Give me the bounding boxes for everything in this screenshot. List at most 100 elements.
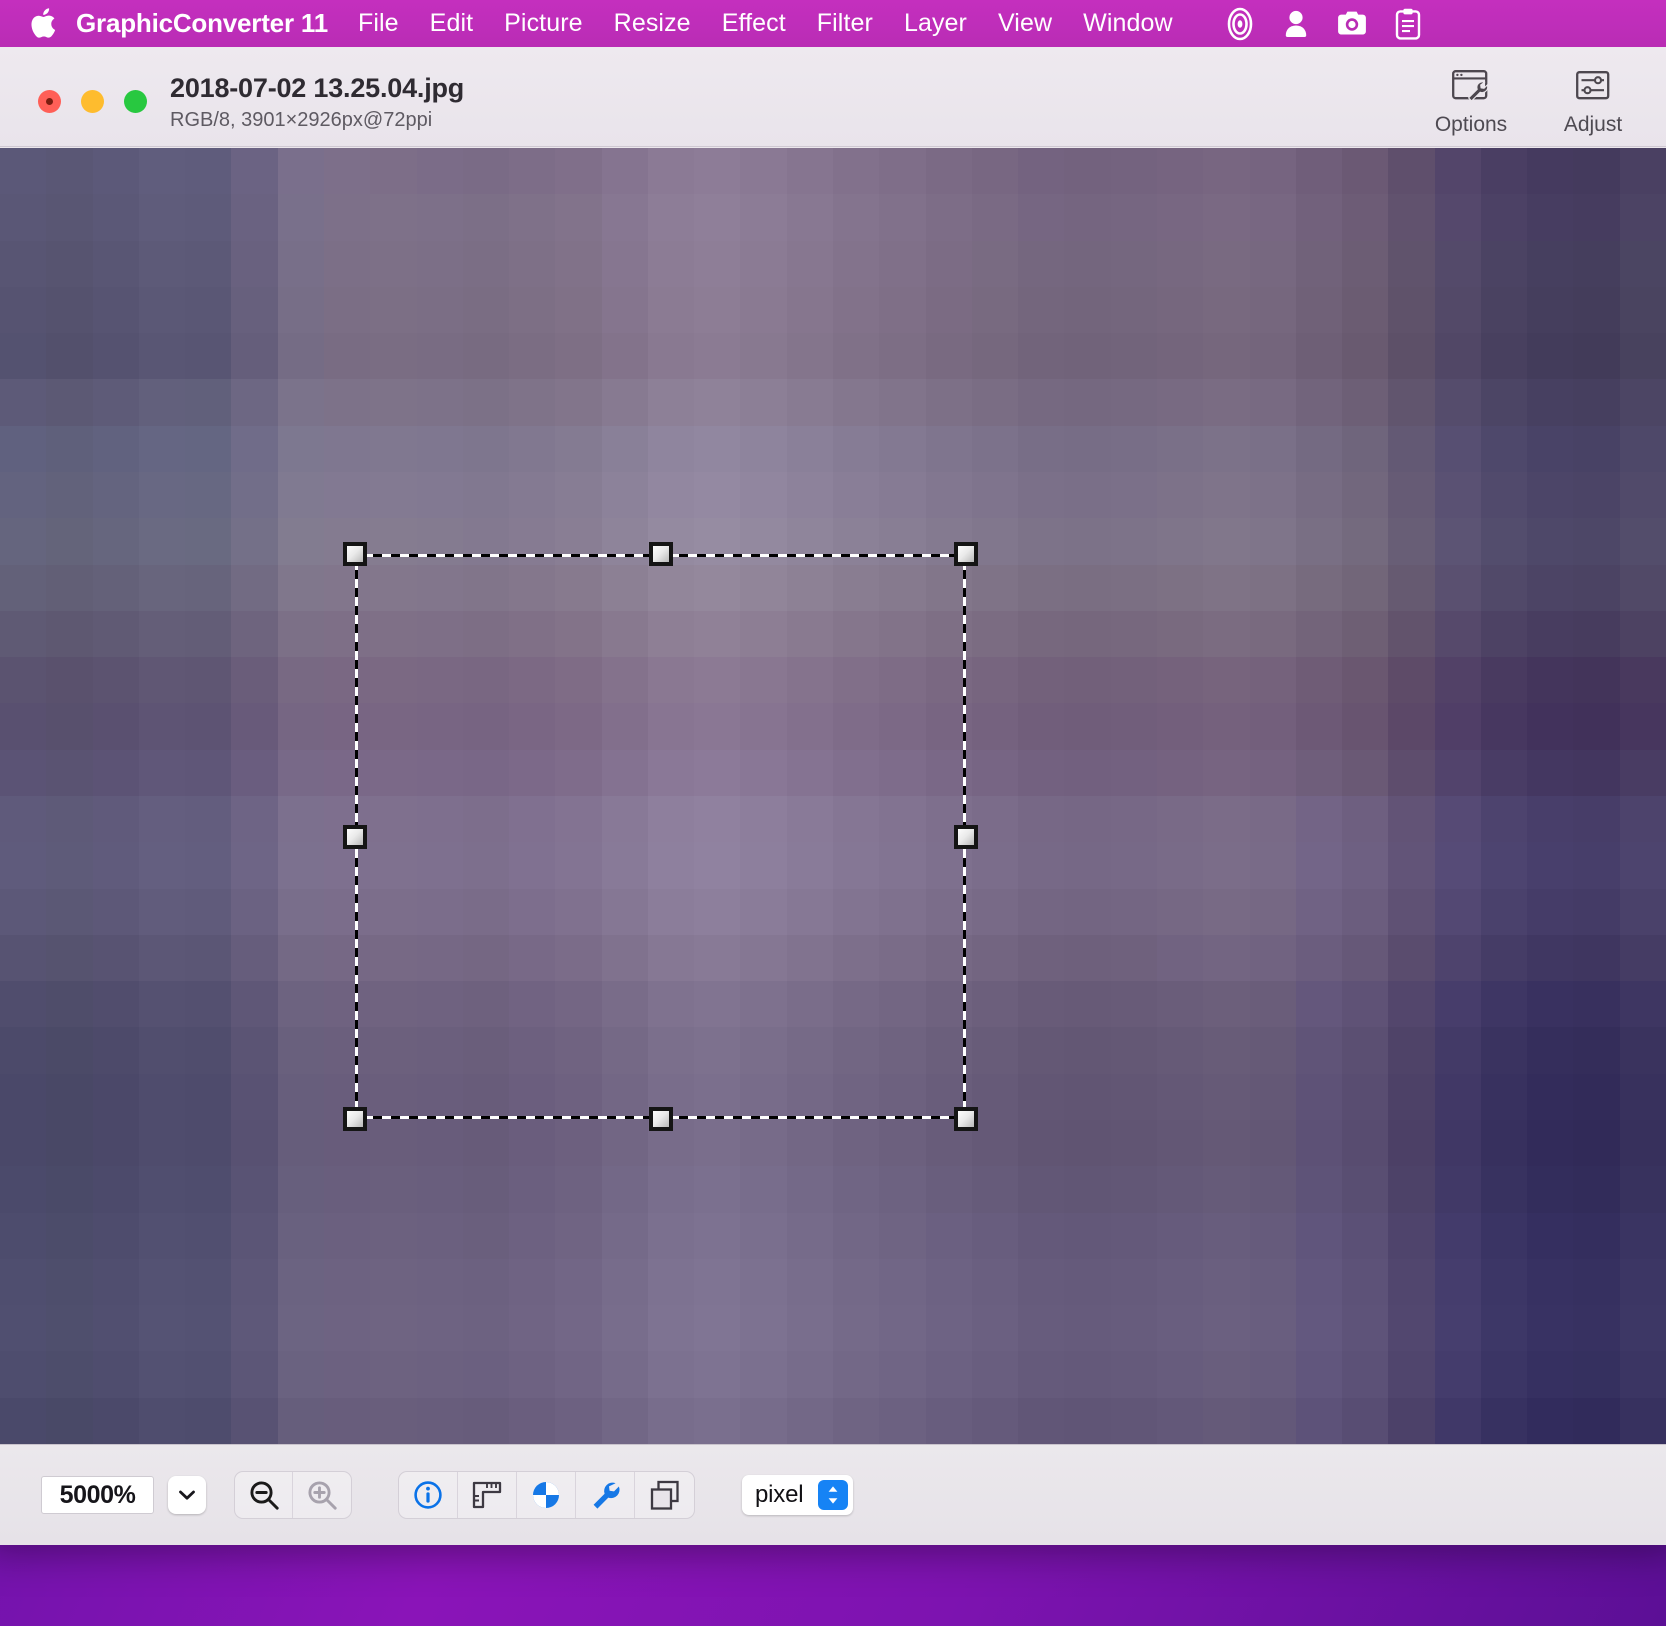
menu-item-layer[interactable]: Layer xyxy=(904,9,967,38)
image-pixel xyxy=(1249,749,1296,796)
image-pixel xyxy=(1249,1305,1296,1352)
image-pixel xyxy=(1527,1212,1574,1259)
image-pixel xyxy=(46,610,93,658)
image-pixel xyxy=(1156,610,1204,658)
image-pixel xyxy=(971,425,1019,472)
menu-item-view[interactable]: View xyxy=(998,9,1052,38)
image-pixel xyxy=(1249,610,1296,658)
menu-item-resize[interactable]: Resize xyxy=(614,9,691,38)
image-pixel xyxy=(1527,981,1574,1028)
up-down-chevrons-icon[interactable] xyxy=(818,1480,848,1510)
image-pixel xyxy=(833,1166,880,1213)
zoom-in-button[interactable] xyxy=(293,1472,351,1518)
image-pixel xyxy=(1388,333,1435,380)
selection-handle-s[interactable] xyxy=(649,1107,673,1131)
image-pixel xyxy=(740,333,787,380)
image-pixel xyxy=(1249,471,1296,519)
image-pixel xyxy=(231,194,278,241)
selection-handle-nw[interactable] xyxy=(343,542,367,566)
image-pixel xyxy=(370,379,417,426)
image-pixel xyxy=(46,240,93,287)
settings-button[interactable] xyxy=(576,1472,635,1518)
image-pixel xyxy=(185,1166,232,1213)
zoom-button[interactable] xyxy=(124,90,147,113)
camera-icon[interactable] xyxy=(1330,4,1374,44)
image-pixel xyxy=(833,286,880,334)
image-pixel xyxy=(1064,471,1111,519)
image-pixel xyxy=(1573,1027,1620,1074)
menu-item-file[interactable]: File xyxy=(358,9,399,38)
image-pixel xyxy=(833,471,880,519)
menu-item-window[interactable]: Window xyxy=(1083,9,1173,38)
image-pixel xyxy=(1110,1119,1157,1167)
image-pixel xyxy=(46,934,93,982)
image-pixel xyxy=(1295,1119,1343,1167)
image-pixel xyxy=(694,1305,741,1352)
user-account-icon[interactable] xyxy=(1274,4,1318,44)
image-pixel xyxy=(231,379,278,426)
color-button[interactable] xyxy=(517,1472,576,1518)
image-pixel xyxy=(1018,564,1065,611)
zoom-level-input[interactable]: 5000% xyxy=(41,1476,154,1514)
menu-item-picture[interactable]: Picture xyxy=(504,9,583,38)
minimize-button[interactable] xyxy=(81,90,104,113)
ruler-button[interactable] xyxy=(458,1472,517,1518)
selection-handle-sw[interactable] xyxy=(343,1107,367,1131)
zoom-out-button[interactable] xyxy=(235,1472,293,1518)
image-pixel xyxy=(1110,471,1157,519)
apple-logo-icon[interactable] xyxy=(26,7,60,41)
image-pixel xyxy=(138,795,186,843)
image-pixel xyxy=(971,981,1019,1028)
adjust-button[interactable]: Adjust xyxy=(1550,65,1636,137)
options-button[interactable]: Options xyxy=(1428,65,1514,137)
window-titlebar[interactable]: 2018-07-02 13.25.04.jpg RGB/8, 3901×2926… xyxy=(0,47,1666,147)
image-pixel xyxy=(231,657,278,704)
selection-handle-n[interactable] xyxy=(649,542,673,566)
selection-rectangle[interactable] xyxy=(343,542,978,1131)
menu-item-edit[interactable]: Edit xyxy=(430,9,473,38)
unit-select[interactable]: pixel xyxy=(742,1475,853,1515)
zoom-preset-menu-button[interactable] xyxy=(168,1476,206,1514)
selection-handle-e[interactable] xyxy=(954,825,978,849)
image-pixel xyxy=(740,1212,787,1259)
image-pixel xyxy=(0,703,47,750)
close-button[interactable] xyxy=(38,90,61,113)
image-pixel xyxy=(323,1166,371,1213)
image-pixel xyxy=(231,610,278,658)
image-pixel xyxy=(1110,795,1157,843)
selection-handle-se[interactable] xyxy=(954,1107,978,1131)
image-pixel xyxy=(1480,1073,1528,1120)
menu-app-name[interactable]: GraphicConverter 11 xyxy=(76,8,328,39)
image-pixel xyxy=(1110,240,1157,287)
menu-item-filter[interactable]: Filter xyxy=(817,9,873,38)
image-pixel xyxy=(1018,749,1065,796)
selection-handle-w[interactable] xyxy=(343,825,367,849)
target-rings-icon[interactable] xyxy=(1218,4,1262,44)
image-pixel xyxy=(462,1351,510,1398)
image-pixel xyxy=(1573,471,1620,519)
image-pixel xyxy=(555,471,602,519)
image-pixel xyxy=(1619,888,1666,935)
image-pixel xyxy=(1573,148,1620,195)
image-pixel xyxy=(971,1166,1019,1213)
menu-item-effect[interactable]: Effect xyxy=(722,9,786,38)
image-pixel xyxy=(1619,1166,1666,1213)
image-pixel xyxy=(1434,1258,1481,1306)
clipboard-icon[interactable] xyxy=(1386,4,1430,44)
image-pixel xyxy=(1388,518,1435,565)
window-wrench-icon xyxy=(1451,65,1491,107)
image-pixel xyxy=(925,1351,972,1398)
image-canvas[interactable] xyxy=(0,148,1666,1444)
info-button[interactable] xyxy=(399,1472,458,1518)
image-pixel xyxy=(1480,1166,1528,1213)
image-pixel xyxy=(1156,981,1204,1028)
selection-handle-ne[interactable] xyxy=(954,542,978,566)
image-pixel xyxy=(1110,842,1157,889)
image-pixel xyxy=(786,1166,833,1213)
image-pixel xyxy=(1480,240,1528,287)
image-pixel xyxy=(92,1305,139,1352)
image-pixel xyxy=(1018,1119,1065,1167)
image-pixel xyxy=(740,286,787,334)
layers-button[interactable] xyxy=(635,1472,694,1518)
image-pixel xyxy=(1249,564,1296,611)
